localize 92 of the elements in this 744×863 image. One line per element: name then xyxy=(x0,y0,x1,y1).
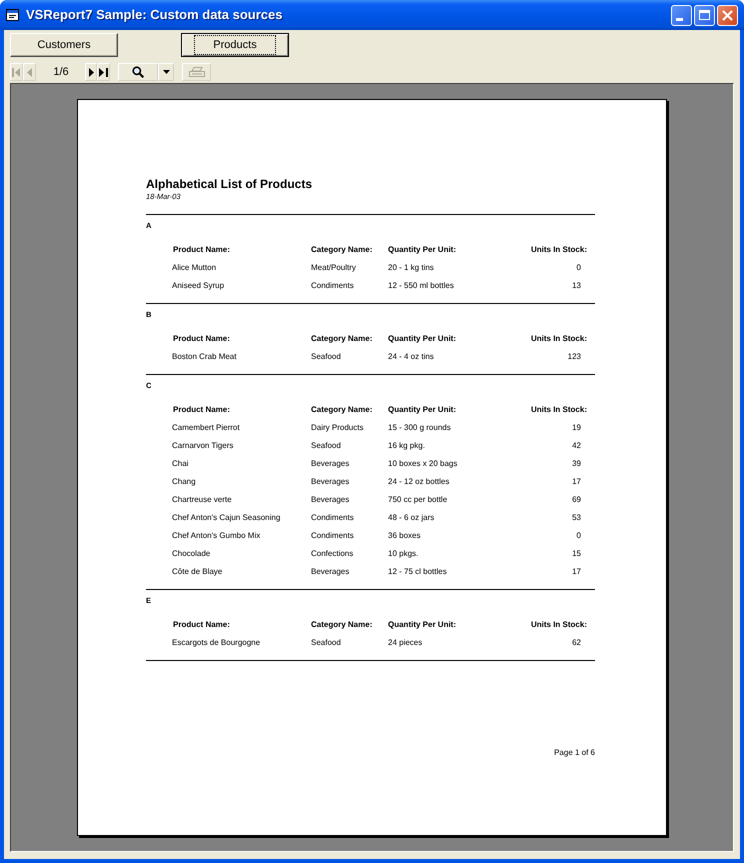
table-cell: Camembert Pierrot xyxy=(172,423,240,433)
table-cell: 17 xyxy=(572,567,581,577)
next-arrow-icon xyxy=(88,68,94,76)
table-cell: Beverages xyxy=(311,567,350,577)
skip-to-start-icon xyxy=(12,68,21,76)
table-cell: Condiments xyxy=(311,531,354,541)
table-cell: 36 boxes xyxy=(388,531,420,541)
table-cell: Boston Crab Meat xyxy=(172,352,236,362)
table-cell: Chocolade xyxy=(172,549,210,559)
window-title: VSReport7 Sample: Custom data sources xyxy=(26,7,282,23)
table-cell: 69 xyxy=(572,495,581,505)
column-header: Product Name: xyxy=(173,334,230,344)
caret-down-icon xyxy=(162,70,170,74)
table-cell: 48 - 6 oz jars xyxy=(388,513,434,523)
close-button[interactable] xyxy=(717,4,738,26)
table-cell: 17 xyxy=(572,477,581,487)
column-header: Quantity Per Unit: xyxy=(388,405,456,415)
table-cell: Chai xyxy=(172,459,188,469)
table-cell: 24 pieces xyxy=(388,638,422,648)
report-title: Alphabetical List of Products xyxy=(146,177,314,191)
next-page-button[interactable] xyxy=(85,63,97,81)
table-cell: Seafood xyxy=(311,638,341,648)
table-cell: Aniseed Syrup xyxy=(172,281,224,291)
table-cell: 62 xyxy=(572,638,581,648)
table-cell: 53 xyxy=(572,513,581,523)
report-button[interactable]: Products xyxy=(181,33,289,57)
table-cell: 39 xyxy=(572,459,581,469)
skip-to-end-icon xyxy=(99,68,108,76)
minimize-button[interactable] xyxy=(671,4,692,26)
page-footer: Page 1 of 6 xyxy=(554,748,595,758)
table-cell: Beverages xyxy=(311,495,350,505)
table-cell: 10 boxes x 20 bags xyxy=(388,459,458,469)
maximize-button[interactable] xyxy=(694,4,715,26)
table-cell: Confections xyxy=(311,549,354,559)
table-cell: Seafood xyxy=(311,352,341,362)
table-cell: 24 - 12 oz bottles xyxy=(388,477,450,487)
column-header: Units In Stock: xyxy=(530,245,587,255)
page-counter: 1/6 xyxy=(52,65,70,80)
close-icon xyxy=(722,10,733,20)
table-cell: Alice Mutton xyxy=(172,263,216,273)
table-cell: Côte de Blaye xyxy=(172,567,222,577)
table-cell: Condiments xyxy=(311,513,354,523)
column-header: Quantity Per Unit: xyxy=(388,334,456,344)
table-cell: 12 - 550 ml bottles xyxy=(388,281,454,291)
table-cell: 0 xyxy=(576,263,581,273)
table-cell: 16 kg pkg. xyxy=(388,441,425,451)
table-cell: 20 - 1 kg tins xyxy=(388,263,434,273)
table-cell: 12 - 75 cl bottles xyxy=(388,567,447,577)
table-cell: Beverages xyxy=(311,477,350,487)
table-cell: 19 xyxy=(572,423,581,433)
minimize-icon xyxy=(676,18,683,20)
table-cell: 24 - 4 oz tins xyxy=(388,352,434,362)
table-cell: 0 xyxy=(576,531,581,541)
table-cell: 15 xyxy=(572,549,581,559)
column-header: Units In Stock: xyxy=(530,620,587,630)
table-cell: 10 pkgs. xyxy=(388,549,418,559)
column-header: Category Name: xyxy=(311,405,372,415)
table-cell: 123 xyxy=(568,352,581,362)
maximize-icon xyxy=(699,10,710,20)
table-cell: 750 cc per bottle xyxy=(388,495,448,505)
column-header: Category Name: xyxy=(311,620,372,630)
column-header: Product Name: xyxy=(173,405,230,415)
previous-arrow-icon xyxy=(27,68,32,76)
table-cell: Chang xyxy=(172,477,196,487)
report-button[interactable]: Customers xyxy=(10,33,118,57)
table-cell: Carnarvon Tigers xyxy=(172,441,234,451)
magnifier-icon xyxy=(132,66,144,78)
table-cell: 13 xyxy=(572,281,581,291)
column-header: Product Name: xyxy=(173,620,230,630)
column-header: Units In Stock: xyxy=(530,405,587,415)
table-cell: Beverages xyxy=(311,459,350,469)
last-page-button[interactable] xyxy=(97,63,110,81)
table-cell: Meat/Poultry xyxy=(311,263,356,273)
column-header: Product Name: xyxy=(173,245,230,255)
table-cell: Chef Anton's Gumbo Mix xyxy=(172,531,260,541)
zoom-dropdown-button[interactable] xyxy=(158,63,174,81)
table-cell: Chef Anton's Cajun Seasoning xyxy=(172,513,280,523)
zoom-button[interactable] xyxy=(118,63,158,81)
column-header: Quantity Per Unit: xyxy=(388,245,456,255)
table-cell: Seafood xyxy=(311,441,341,451)
table-cell: Dairy Products xyxy=(311,423,364,433)
column-header: Units In Stock: xyxy=(530,334,587,344)
column-header: Quantity Per Unit: xyxy=(388,620,456,630)
table-cell: Escargots de Bourgogne xyxy=(172,638,260,648)
app-window-icon xyxy=(6,8,20,22)
table-cell: 15 - 300 g rounds xyxy=(388,423,451,433)
table-cell: Condiments xyxy=(311,281,354,291)
printer-icon xyxy=(188,66,204,78)
column-header: Category Name: xyxy=(311,245,372,255)
table-cell: Chartreuse verte xyxy=(172,495,232,505)
column-header: Category Name: xyxy=(311,334,372,344)
table-cell: 42 xyxy=(572,441,581,451)
